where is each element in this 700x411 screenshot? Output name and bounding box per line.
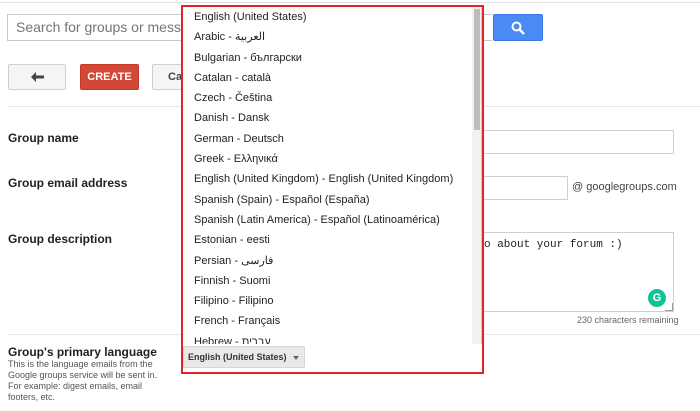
group-name-input[interactable]: [482, 130, 674, 154]
primary-language-label: Group's primary language: [8, 345, 157, 359]
language-option[interactable]: French - Français: [183, 311, 481, 331]
search-input[interactable]: Search for groups or messag: [7, 14, 197, 41]
language-select[interactable]: English (United States): [183, 346, 305, 368]
language-option[interactable]: Estonian - eesti: [183, 230, 481, 250]
resize-handle[interactable]: [665, 303, 673, 311]
language-option[interactable]: Spanish (Spain) - Español (España): [183, 190, 481, 210]
language-select-value: English (United States): [188, 352, 287, 362]
language-option[interactable]: Filipino - Filipino: [183, 291, 481, 311]
language-option[interactable]: Hebrew - עברית: [183, 332, 481, 344]
language-dropdown-menu[interactable]: English (United States) Arabic - العربية B…: [183, 7, 482, 344]
search-button[interactable]: [493, 14, 543, 41]
language-option[interactable]: English (United Kingdom) - English (Unit…: [183, 169, 481, 189]
language-option[interactable]: Finnish - Suomi: [183, 271, 481, 291]
char-count: 230 characters remaining: [577, 315, 679, 325]
description-text: o about your forum :): [484, 239, 623, 251]
chevron-down-icon: [292, 355, 299, 360]
language-option[interactable]: Greek - Ελληνικά: [183, 149, 481, 169]
top-divider: [0, 2, 700, 3]
group-email-input[interactable]: [482, 176, 568, 200]
language-option[interactable]: Bulgarian - български: [183, 48, 481, 68]
group-name-label: Group name: [8, 131, 79, 145]
group-email-label: Group email address: [8, 176, 128, 190]
language-option[interactable]: Arabic - العربية: [183, 27, 481, 47]
language-list: English (United States) Arabic - العربية B…: [183, 7, 481, 344]
group-description-label: Group description: [8, 232, 113, 246]
language-option[interactable]: Catalan - català: [183, 68, 481, 88]
language-option[interactable]: Czech - Čeština: [183, 88, 481, 108]
create-button[interactable]: CREATE: [80, 64, 139, 90]
language-option[interactable]: Danish - Dansk: [183, 108, 481, 128]
search-input-edge: [482, 14, 492, 41]
back-button[interactable]: [8, 64, 66, 90]
create-group-page: Search for groups or messag CREATE Cance…: [0, 0, 700, 411]
language-option[interactable]: German - Deutsch: [183, 129, 481, 149]
back-arrow-icon: [31, 72, 44, 82]
dropdown-scrollbar-thumb[interactable]: [474, 9, 480, 130]
language-option[interactable]: English (United States): [183, 7, 481, 27]
language-option[interactable]: Persian - فارسی: [183, 251, 481, 271]
email-domain-suffix: @ googlegroups.com: [572, 181, 677, 193]
grammarly-icon[interactable]: G: [648, 289, 666, 307]
language-option[interactable]: Spanish (Latin America) - Español (Latin…: [183, 210, 481, 230]
language-help-text: This is the language emails from the Goo…: [8, 359, 158, 402]
search-icon: [511, 21, 525, 35]
